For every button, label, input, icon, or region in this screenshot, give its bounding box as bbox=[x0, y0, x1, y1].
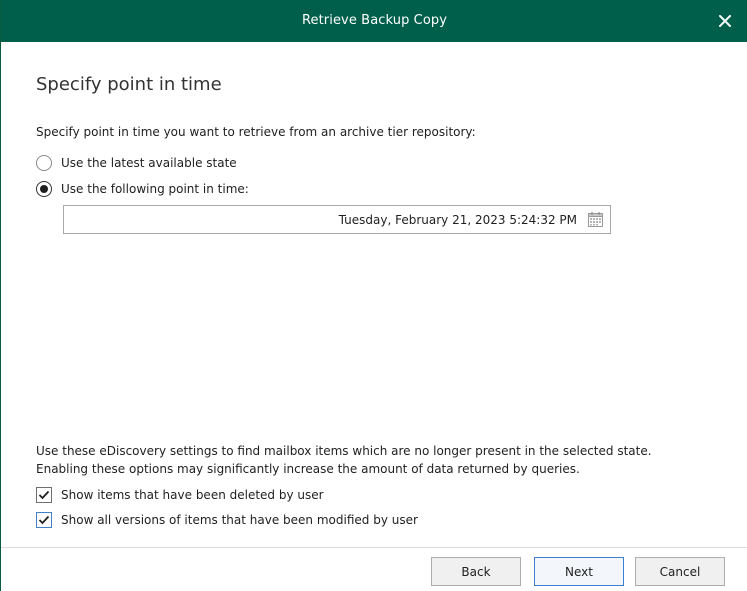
latest-state-label: Use the latest available state bbox=[61, 156, 237, 170]
ediscovery-line-2: Enabling these options may significantly… bbox=[36, 462, 580, 476]
footer-divider bbox=[1, 547, 747, 548]
point-in-time-option[interactable]: Use the following point in time: bbox=[36, 181, 249, 197]
point-in-time-label: Use the following point in time: bbox=[61, 182, 249, 196]
show-deleted-option[interactable]: Show items that have been deleted by use… bbox=[36, 487, 324, 503]
show-deleted-checkbox[interactable] bbox=[36, 487, 52, 503]
dialog-title: Retrieve Backup Copy bbox=[301, 13, 448, 28]
step-heading: Specify point in time bbox=[36, 74, 222, 95]
show-versions-label: Show all versions of items that have bee… bbox=[61, 513, 418, 527]
title-bar: Retrieve Backup Copy bbox=[1, 0, 747, 42]
checkmark-icon bbox=[38, 515, 50, 525]
cancel-button[interactable]: Cancel bbox=[635, 557, 725, 586]
latest-state-radio[interactable] bbox=[36, 155, 52, 171]
latest-state-option[interactable]: Use the latest available state bbox=[36, 155, 237, 171]
datetime-picker[interactable]: Tuesday, February 21, 2023 5:24:32 PM bbox=[63, 205, 611, 234]
back-button[interactable]: Back bbox=[431, 557, 521, 586]
close-button[interactable] bbox=[710, 6, 740, 36]
close-icon bbox=[719, 15, 731, 27]
retrieve-backup-copy-dialog: Retrieve Backup Copy Specify point in ti… bbox=[0, 0, 747, 591]
ediscovery-description: Use these eDiscovery settings to find ma… bbox=[36, 442, 736, 478]
point-in-time-radio[interactable] bbox=[36, 181, 52, 197]
show-deleted-label: Show items that have been deleted by use… bbox=[61, 488, 324, 502]
show-versions-option[interactable]: Show all versions of items that have bee… bbox=[36, 512, 418, 528]
show-versions-checkbox[interactable] bbox=[36, 512, 52, 528]
next-button[interactable]: Next bbox=[534, 557, 624, 586]
checkmark-icon bbox=[38, 490, 50, 500]
datetime-value: Tuesday, February 21, 2023 5:24:32 PM bbox=[338, 213, 577, 227]
step-prompt: Specify point in time you want to retrie… bbox=[36, 125, 476, 139]
ediscovery-line-1: Use these eDiscovery settings to find ma… bbox=[36, 444, 652, 458]
calendar-icon[interactable] bbox=[587, 211, 604, 228]
